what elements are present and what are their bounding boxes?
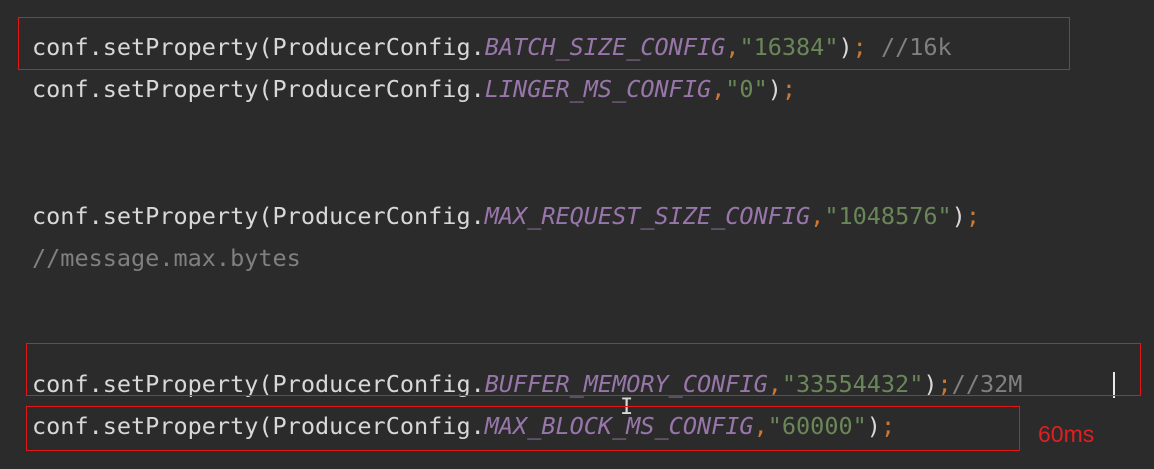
- highlight-box-max-block-ms: [26, 406, 1020, 451]
- code-line-comment-message-max-bytes[interactable]: //message.max.bytes: [32, 241, 301, 275]
- close-paren-token: ): [951, 202, 966, 230]
- code-line-max-request-size[interactable]: conf.setProperty(ProducerConfig.MAX_REQU…: [32, 199, 980, 233]
- code-comment: //message.max.bytes: [32, 244, 301, 272]
- highlight-box-batch-size: [18, 17, 1070, 70]
- comma-token: ,: [711, 75, 726, 103]
- close-paren-token: ): [767, 75, 782, 103]
- config-constant: MAX_REQUEST_SIZE_CONFIG: [484, 202, 811, 230]
- string-value: "0": [725, 75, 768, 103]
- code-prefix: conf.setProperty(ProducerConfig.: [32, 202, 485, 230]
- annotation-60ms: 60ms: [1038, 421, 1095, 447]
- code-line-linger-ms[interactable]: conf.setProperty(ProducerConfig.LINGER_M…: [32, 72, 796, 106]
- code-prefix: conf.setProperty(ProducerConfig.: [32, 75, 485, 103]
- code-editor[interactable]: conf.setProperty(ProducerConfig.BATCH_SI…: [0, 0, 1154, 469]
- highlight-box-buffer-memory: [26, 343, 1141, 396]
- comma-token: ,: [810, 202, 825, 230]
- config-constant: LINGER_MS_CONFIG: [484, 75, 712, 103]
- semicolon-token: ;: [781, 75, 797, 103]
- semicolon-token: ;: [965, 202, 980, 230]
- string-value: "1048576": [824, 202, 952, 230]
